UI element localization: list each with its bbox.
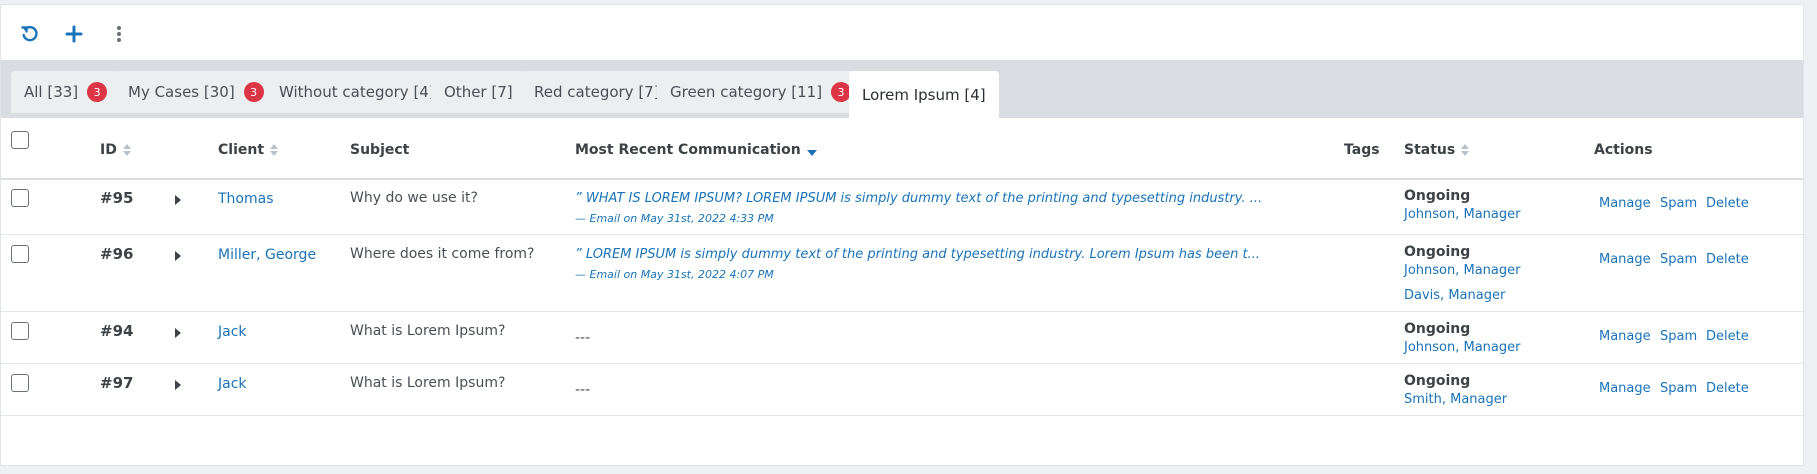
assignee-link[interactable]: Smith, Manager bbox=[1404, 392, 1507, 407]
category-tabs: All [33] 3 My Cases [30] 3 Without categ… bbox=[1, 60, 1803, 118]
tab-red-category[interactable]: Red category [7] bbox=[521, 71, 673, 113]
manage-link[interactable]: Manage bbox=[1599, 252, 1651, 267]
client-link[interactable]: Thomas bbox=[218, 191, 274, 207]
more-options-button[interactable] bbox=[104, 19, 134, 49]
row-divider bbox=[1, 234, 1803, 235]
row-checkbox[interactable] bbox=[11, 189, 29, 207]
tab-label: Green category [11] bbox=[670, 83, 823, 101]
row-checkbox[interactable] bbox=[11, 374, 29, 392]
tab-green-category[interactable]: Green category [11] 3 bbox=[657, 71, 865, 113]
delete-link[interactable]: Delete bbox=[1706, 381, 1749, 396]
communication-excerpt[interactable]: ” LOREM IPSUM is simply dummy text of th… bbox=[575, 247, 1260, 262]
plus-icon bbox=[65, 25, 83, 43]
client-link[interactable]: Jack bbox=[218, 324, 247, 340]
client-link[interactable]: Miller, George bbox=[218, 247, 316, 263]
communication-meta: — Email on May 31st, 2022 4:07 PM bbox=[575, 268, 774, 281]
spam-link[interactable]: Spam bbox=[1660, 196, 1697, 211]
subject: What is Lorem Ipsum? bbox=[350, 375, 506, 391]
tab-label: Without category [4] bbox=[279, 83, 435, 101]
manage-link[interactable]: Manage bbox=[1599, 329, 1651, 344]
sort-desc-icon bbox=[806, 150, 817, 156]
delete-link[interactable]: Delete bbox=[1706, 329, 1749, 344]
client-link[interactable]: Jack bbox=[218, 376, 247, 392]
header-divider bbox=[1, 178, 1803, 180]
expand-row-icon[interactable] bbox=[175, 251, 181, 261]
case-id: #97 bbox=[100, 374, 134, 392]
communication-excerpt[interactable]: ” WHAT IS LOREM IPSUM? LOREM IPSUM is si… bbox=[575, 191, 1262, 206]
tab-label: My Cases [30] bbox=[128, 83, 235, 101]
tab-other[interactable]: Other [7] bbox=[431, 71, 526, 113]
refresh-icon bbox=[21, 25, 38, 42]
status-label: Ongoing bbox=[1404, 188, 1471, 204]
status-label: Ongoing bbox=[1404, 321, 1471, 337]
cases-panel: All [33] 3 My Cases [30] 3 Without categ… bbox=[0, 4, 1804, 466]
tab-label: Lorem Ipsum [4] bbox=[862, 85, 986, 104]
tab-my-cases[interactable]: My Cases [30] 3 bbox=[115, 71, 277, 113]
toolbar bbox=[1, 5, 1803, 60]
case-id: #96 bbox=[100, 245, 134, 263]
header-id[interactable]: ID bbox=[100, 142, 131, 158]
header-client[interactable]: Client bbox=[218, 142, 279, 158]
communication-empty: --- bbox=[575, 382, 591, 398]
tab-count-badge: 3 bbox=[243, 82, 264, 102]
expand-row-icon[interactable] bbox=[175, 328, 181, 338]
assignee-link[interactable]: Johnson, Manager bbox=[1404, 340, 1520, 355]
manage-link[interactable]: Manage bbox=[1599, 381, 1651, 396]
row-divider bbox=[1, 363, 1803, 364]
tab-label: All [33] bbox=[24, 83, 79, 101]
sort-icon bbox=[122, 144, 131, 156]
subject: Why do we use it? bbox=[350, 190, 478, 206]
delete-link[interactable]: Delete bbox=[1706, 252, 1749, 267]
tab-all[interactable]: All [33] 3 bbox=[11, 71, 121, 113]
manage-link[interactable]: Manage bbox=[1599, 196, 1651, 211]
select-all-checkbox[interactable] bbox=[11, 131, 29, 149]
more-vertical-icon bbox=[117, 26, 121, 42]
add-case-button[interactable] bbox=[59, 19, 89, 49]
tab-count-badge: 3 bbox=[87, 82, 108, 102]
assignee-link[interactable]: Johnson, Manager bbox=[1404, 263, 1520, 278]
tab-lorem-ipsum[interactable]: Lorem Ipsum [4] bbox=[849, 71, 999, 118]
assignee-link[interactable]: Johnson, Manager bbox=[1404, 207, 1520, 222]
status-label: Ongoing bbox=[1404, 244, 1471, 260]
communication-meta: — Email on May 31st, 2022 4:33 PM bbox=[575, 212, 774, 225]
status-label: Ongoing bbox=[1404, 373, 1471, 389]
spam-link[interactable]: Spam bbox=[1660, 381, 1697, 396]
sort-icon bbox=[1461, 144, 1470, 156]
spam-link[interactable]: Spam bbox=[1660, 252, 1697, 267]
expand-row-icon[interactable] bbox=[175, 380, 181, 390]
header-actions: Actions bbox=[1594, 142, 1653, 158]
row-checkbox[interactable] bbox=[11, 245, 29, 263]
row-divider bbox=[1, 415, 1803, 416]
assignee-link[interactable]: Davis, Manager bbox=[1404, 288, 1505, 303]
header-subject: Subject bbox=[350, 142, 410, 158]
refresh-button[interactable] bbox=[15, 19, 45, 49]
tab-label: Red category [7] bbox=[534, 83, 660, 101]
subject: Where does it come from? bbox=[350, 246, 535, 262]
header-most-recent-communication[interactable]: Most Recent Communication bbox=[575, 142, 817, 158]
sort-icon bbox=[270, 144, 279, 156]
case-id: #95 bbox=[100, 189, 134, 207]
expand-row-icon[interactable] bbox=[175, 195, 181, 205]
communication-empty: --- bbox=[575, 330, 591, 346]
header-status[interactable]: Status bbox=[1404, 142, 1470, 158]
spam-link[interactable]: Spam bbox=[1660, 329, 1697, 344]
delete-link[interactable]: Delete bbox=[1706, 196, 1749, 211]
tab-label: Other [7] bbox=[444, 83, 513, 101]
subject: What is Lorem Ipsum? bbox=[350, 323, 506, 339]
header-tags: Tags bbox=[1344, 142, 1380, 158]
row-checkbox[interactable] bbox=[11, 322, 29, 340]
row-divider bbox=[1, 311, 1803, 312]
tab-without-category[interactable]: Without category [4] bbox=[266, 71, 448, 113]
case-id: #94 bbox=[100, 322, 134, 340]
